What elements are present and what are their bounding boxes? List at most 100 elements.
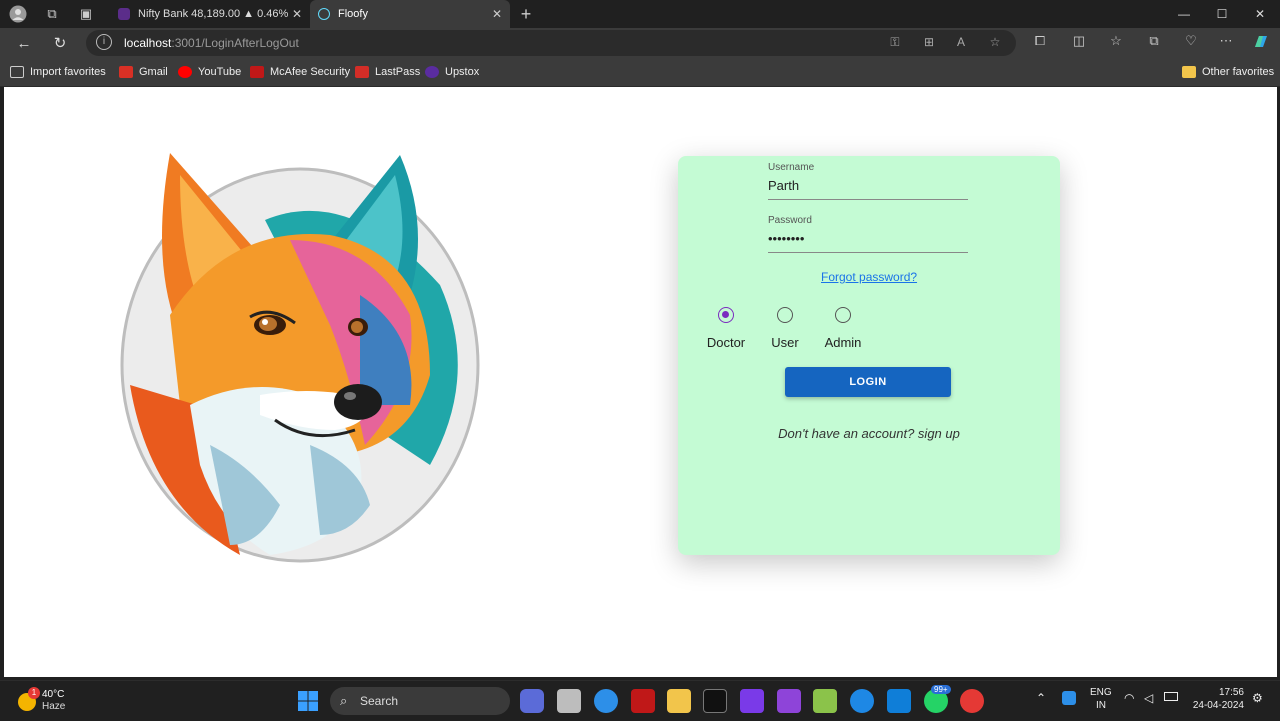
address-bar[interactable]: i localhost:3001/LoginAfterLogOut ⚿ ⊞ A … [86,30,1016,56]
react-favicon-icon [318,8,330,20]
task-view-icon[interactable] [557,689,581,713]
tab-floofy[interactable]: Floofy ✕ [310,0,510,28]
favorites-bar: Import favorites Gmail YouTube McAfee Se… [0,58,1280,87]
tab-title: Floofy [338,8,368,20]
close-tab-icon[interactable]: ✕ [492,7,502,21]
fav-label: LastPass [375,66,421,78]
lastpass-icon [355,66,369,78]
volume-icon[interactable]: ◁ [1144,691,1153,705]
copilot-icon[interactable] [1250,33,1272,53]
whatsapp-badge: 99+ [931,685,951,694]
fav-upstox[interactable]: Upstox [425,64,479,80]
fox-logo [120,153,480,563]
fav-lastpass[interactable]: LastPass [355,64,420,80]
tab-favicon-icon [118,8,130,20]
vscode-icon[interactable] [887,689,911,713]
intellij-icon[interactable] [740,689,764,713]
password-key-icon[interactable]: ⚿ [886,35,904,51]
wifi-icon[interactable]: ◠ [1124,691,1134,705]
lang-secondary: IN [1096,700,1106,711]
login-card: Username Parth Password •••••••• Forgot … [678,156,1060,555]
notification-icon[interactable]: ⚙ [1252,691,1263,705]
extensions-icon[interactable]: ⧠ [1029,33,1051,53]
clock[interactable]: 17:56 24-04-2024 [1192,687,1244,711]
close-window-icon[interactable]: ✕ [1241,0,1279,28]
refresh-icon[interactable]: ↻ [48,32,72,54]
role-user[interactable]: User [755,307,815,350]
upstox-icon [425,66,439,78]
fav-label: McAfee Security [270,66,351,78]
defender-icon[interactable] [1062,691,1076,705]
url-text: localhost:3001/LoginAfterLogOut [124,36,299,50]
radio-admin[interactable] [835,307,851,323]
password-field[interactable]: Password •••••••• [768,215,968,253]
chrome-icon[interactable] [960,689,984,713]
minimize-icon[interactable]: — [1165,0,1203,28]
youtube-icon [178,66,192,78]
read-aloud-icon[interactable]: A [952,35,970,51]
username-input[interactable]: Parth [768,178,968,200]
new-tab-button[interactable]: + [516,4,536,24]
radio-label-doctor: Doctor [706,335,746,350]
page-viewport: Username Parth Password •••••••• Forgot … [4,87,1277,677]
lang-primary: ENG [1090,687,1112,698]
title-bar: ⧉ ▣ Nifty Bank 48,189.00 ▲ 0.46% ✕ Floof… [0,0,1280,28]
favorites-icon[interactable]: ☆ [1105,33,1127,53]
forgot-password-link[interactable]: Forgot password? [821,270,917,284]
edge-icon[interactable] [850,689,874,713]
login-button[interactable]: LOGIN [785,367,951,397]
fav-label: Upstox [445,66,480,78]
radio-label-admin: Admin [824,335,862,350]
language-indicator[interactable]: ENG IN [1090,687,1112,711]
notepad-icon[interactable] [813,689,837,713]
more-options-icon[interactable]: ⋯ [1215,33,1237,53]
username-label: Username [768,162,815,173]
username-field[interactable]: Username Parth [768,162,968,200]
role-admin[interactable]: Admin [813,307,873,350]
windows-start-icon[interactable] [296,689,320,713]
signup-text[interactable]: Don't have an account? sign up [678,426,1060,441]
battery-icon[interactable] [1164,692,1178,701]
workspaces-icon[interactable]: ⧉ [42,4,62,24]
radio-label-user: User [771,335,799,350]
visual-studio-icon[interactable] [777,689,801,713]
terminal-icon[interactable] [703,689,727,713]
password-input[interactable]: •••••••• [768,231,968,253]
mcafee-app-icon[interactable] [631,689,655,713]
folder-icon [1182,66,1196,78]
maximize-icon[interactable]: ☐ [1203,0,1241,28]
split-screen-icon[interactable]: ◫ [1068,33,1090,53]
back-icon[interactable]: ← [12,32,36,54]
radio-doctor[interactable] [718,307,734,323]
file-explorer-icon[interactable] [667,689,691,713]
favorite-star-icon[interactable]: ☆ [986,35,1004,51]
fav-label: Gmail [139,66,168,78]
browser-essentials-icon[interactable]: ♡ [1180,33,1202,53]
collections-icon[interactable]: ⧉ [1143,33,1165,53]
radio-user[interactable] [777,307,793,323]
weather-desc: Haze [42,701,66,712]
fav-gmail[interactable]: Gmail [119,64,168,80]
fav-label: Other favorites [1202,66,1275,78]
app-available-icon[interactable]: ⊞ [920,35,938,51]
chat-icon[interactable] [594,689,618,713]
profile-icon[interactable] [8,4,28,24]
tab-nifty-bank[interactable]: Nifty Bank 48,189.00 ▲ 0.46% ✕ [110,0,310,28]
mcafee-icon [250,66,264,78]
taskbar-search[interactable]: ⌕ Search [330,687,510,715]
fav-youtube[interactable]: YouTube [178,64,241,80]
weather-temp: 40°C [42,689,65,700]
search-icon: ⌕ [340,693,348,708]
time: 17:56 [1218,687,1244,698]
browser-toolbar: ← ↻ i localhost:3001/LoginAfterLogOut ⚿ … [0,28,1280,58]
tray-chevron-icon[interactable]: ⌃ [1036,691,1046,705]
site-info-icon[interactable]: i [96,34,112,50]
close-tab-icon[interactable]: ✕ [292,7,302,21]
tab-actions-icon[interactable]: ▣ [76,4,96,24]
role-doctor[interactable]: Doctor [696,307,756,350]
gmail-icon [119,66,133,78]
fav-mcafee[interactable]: McAfee Security [250,64,350,80]
fav-import-favorites[interactable]: Import favorites [10,64,106,80]
fav-other-favorites[interactable]: Other favorites [1182,64,1274,80]
copilot-app-icon[interactable] [520,689,544,713]
